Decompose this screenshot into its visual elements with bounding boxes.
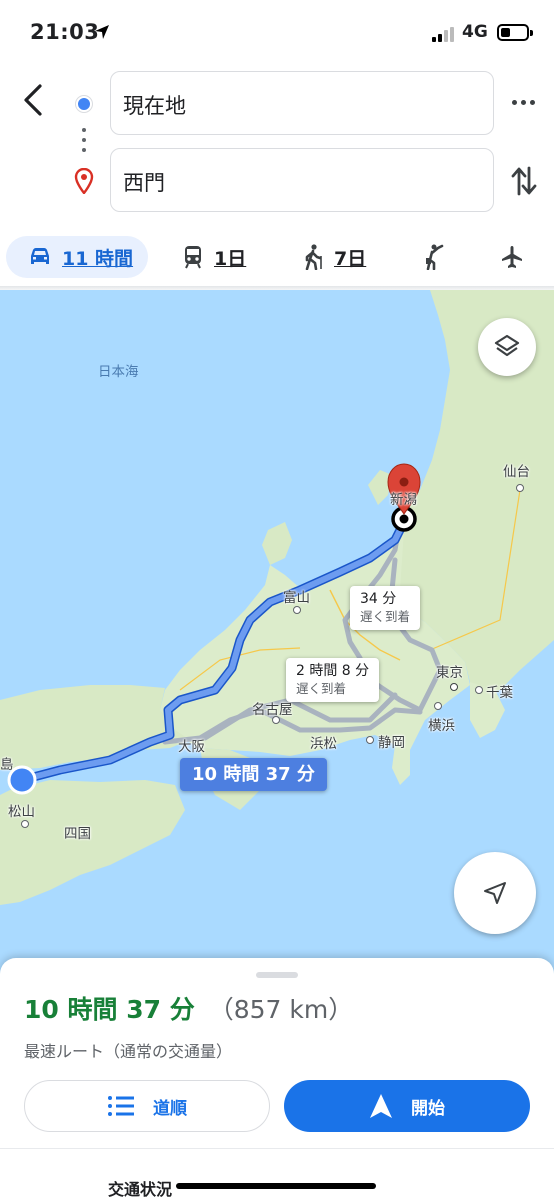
more-options-icon[interactable] (512, 100, 535, 105)
map-label-chiba: 千葉 (486, 685, 513, 701)
map-label-sea: 日本海 (98, 364, 139, 380)
tab-flight[interactable] (500, 236, 524, 278)
walk-icon (305, 244, 322, 270)
route-duration: 10 時間 37 分 (24, 995, 195, 1024)
map-label-yokohama: 横浜 (428, 718, 455, 734)
start-button[interactable]: 開始 (284, 1080, 530, 1132)
map-label-tokyo: 東京 (436, 665, 463, 681)
ride-hailing-icon (426, 244, 444, 270)
tab-transit-label: 1日 (214, 247, 247, 270)
tab-walk[interactable]: 7日 (302, 236, 366, 278)
status-bar: 21:03 4G (0, 0, 554, 64)
main-route-time: 10 時間 37 分 (192, 764, 315, 785)
city-dot (475, 686, 483, 694)
map-label-niigata: 新潟 (390, 492, 417, 508)
city-dot (21, 820, 29, 828)
map-label-shizuoka: 静岡 (378, 735, 405, 751)
tab-walk-label: 7日 (334, 247, 367, 270)
city-dot (434, 702, 442, 710)
city-dot (272, 716, 280, 724)
tab-ride[interactable] (422, 236, 446, 278)
navigation-start-icon (370, 1094, 392, 1118)
tab-car-label: 11 時間 (62, 247, 134, 270)
list-icon (108, 1096, 134, 1116)
map-label-matsuyama: 松山 (8, 804, 35, 820)
location-arrow-icon (95, 25, 109, 39)
start-label: 開始 (411, 1098, 445, 1119)
alt-route-callout-2[interactable]: 2 時間 8 分 遅く到着 (286, 658, 380, 702)
travel-mode-tabs: 11 時間 1日 7日 (0, 232, 554, 282)
destination-pin-icon (74, 168, 94, 194)
divider (0, 1148, 554, 1149)
map-label-shikoku: 四国 (64, 826, 91, 842)
city-dot (516, 484, 524, 492)
swap-icon[interactable] (510, 164, 538, 198)
route-summary: 10 時間 37 分 （857 km） (24, 990, 353, 1026)
airplane-icon (502, 246, 522, 268)
route-distance: （857 km） (208, 995, 354, 1024)
route-description: 最速ルート（通常の交通量） (24, 1042, 233, 1061)
map-view[interactable]: 日本海 仙台 新潟 富山 東京 千葉 横浜 名古屋 大阪 浜松 静岡 島 松山 … (0, 290, 554, 980)
back-arrow-icon[interactable] (18, 82, 48, 118)
main-route-callout[interactable]: 10 時間 37 分 (180, 758, 327, 791)
alt-route-2-time: 2 時間 8 分 (296, 663, 370, 679)
city-dot (366, 736, 374, 744)
steps-label: 道順 (153, 1098, 187, 1119)
traffic-section-title: 交通状況 (108, 1180, 173, 1199)
city-dot (293, 606, 301, 614)
origin-input[interactable]: 現在地 (110, 71, 494, 135)
clock: 21:03 (30, 20, 100, 44)
drag-handle[interactable] (256, 972, 298, 978)
map-label-sendai: 仙台 (503, 464, 530, 480)
tab-car[interactable]: 11 時間 (6, 236, 148, 278)
layers-button[interactable] (478, 318, 536, 376)
home-indicator[interactable] (176, 1183, 376, 1189)
map-label-hamamatsu: 浜松 (310, 736, 337, 752)
navigation-arrow-icon (484, 882, 506, 904)
steps-button[interactable]: 道順 (24, 1080, 270, 1132)
tab-transit[interactable]: 1日 (182, 236, 246, 278)
route-summary-sheet: 10 時間 37 分 （857 km） 最速ルート（通常の交通量） 道順 開始 交… (0, 958, 554, 1200)
map-label-toyama: 富山 (283, 590, 310, 606)
car-icon (31, 248, 49, 264)
map-label-osaka: 大阪 (178, 739, 205, 755)
route-connector-icon (82, 128, 86, 152)
network-type: 4G (462, 22, 488, 42)
train-icon (185, 246, 201, 269)
city-dot (450, 683, 458, 691)
signal-icon (432, 26, 454, 42)
alt-route-1-time: 34 分 (360, 591, 397, 607)
destination-input[interactable]: 西門 (110, 148, 494, 212)
layers-icon (494, 334, 520, 357)
battery-icon (497, 24, 533, 41)
map-label-edge: 島 (0, 757, 14, 773)
origin-dot-icon (76, 96, 92, 112)
alt-route-callout-1[interactable]: 34 分 遅く到着 (350, 586, 421, 630)
my-location-button[interactable] (454, 852, 536, 934)
alt-route-1-note: 遅く到着 (360, 609, 411, 624)
alt-route-2-note: 遅く到着 (296, 681, 347, 696)
